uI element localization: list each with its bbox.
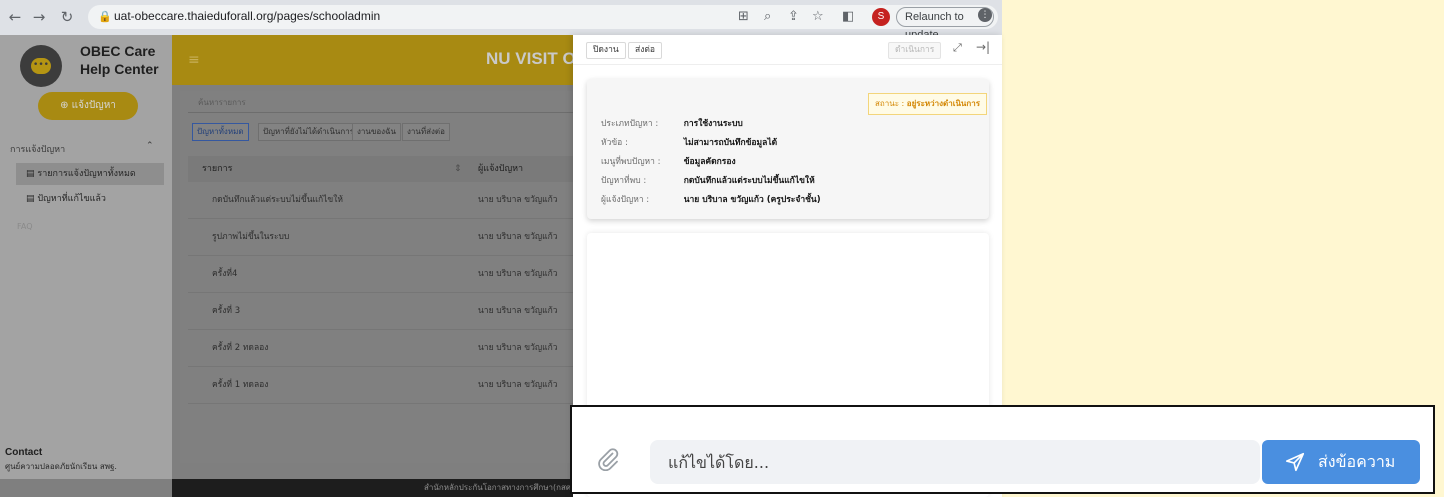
hamburger-menu-icon[interactable]: ≡ bbox=[188, 52, 200, 68]
brand-name: OBEC Care bbox=[80, 43, 156, 59]
table-row[interactable]: กดบันทึกแล้วแต่ระบบไม่ขึ้นแก้ไขให้ นาย บ… bbox=[188, 182, 580, 219]
detail-card: สถานะ : อยู่ระหว่างดำเนินการ ประเภทปัญหา… bbox=[587, 79, 989, 219]
table-row[interactable]: ครั้งที่ 1 ทดลอง นาย บริบาล ขวัญแก้ว bbox=[188, 367, 580, 404]
browser-toolbar: ← → ↻ 🔒 uat-obeccare.thaieduforall.org/p… bbox=[0, 0, 1002, 41]
sidebar-item-label: รายการแจ้งปัญหาทั้งหมด bbox=[37, 169, 136, 179]
footer-text: สำนักหลักประกันโอกาสทางการศึกษา(กสศ.) bbox=[424, 483, 577, 492]
report-problem-button[interactable]: ⊕ แจ้งปัญหา bbox=[38, 92, 138, 120]
message-input[interactable] bbox=[650, 440, 1260, 484]
detail-row: หัวข้อ : ไม่สามารถบันทึกข้อมูลได้ bbox=[601, 135, 777, 149]
table-row[interactable]: ครั้งที่ 3 นาย บริบาล ขวัญแก้ว bbox=[188, 293, 580, 330]
column-header-reporter[interactable]: ผู้แจ้งปัญหา bbox=[478, 156, 523, 182]
detail-label: ปัญหาที่พบ : bbox=[601, 176, 647, 186]
detail-value: นาย บริบาล ขวัญแก้ว (ครูประจำชั้น) bbox=[683, 195, 821, 205]
table-row[interactable]: ครั้งที่ 2 ทดลอง นาย บริบาล ขวัญแก้ว bbox=[188, 330, 580, 367]
expand-icon[interactable]: ⤢ bbox=[953, 41, 962, 55]
detail-value: กดบันทึกแล้วแต่ระบบไม่ขึ้นแก้ไขให้ bbox=[683, 176, 815, 186]
detail-row: ประเภทปัญหา : การใช้งานระบบ bbox=[601, 116, 743, 130]
tab-forwarded[interactable]: งานที่ส่งต่อ bbox=[402, 123, 450, 141]
browser-menu-icon[interactable]: ⋮ bbox=[978, 8, 992, 22]
chat-bubble-icon: ••• bbox=[31, 58, 51, 74]
menu-group-heading[interactable]: การแจ้งปัญหา bbox=[10, 142, 65, 156]
forward-button[interactable]: ส่งต่อ bbox=[628, 42, 662, 59]
row-title: ครั้งที่ 1 ทดลอง bbox=[212, 380, 269, 390]
chevron-up-icon[interactable]: ⌃ bbox=[146, 141, 154, 151]
table-row[interactable]: รูปภาพไม่ขึ้นในระบบ นาย บริบาล ขวัญแก้ว bbox=[188, 219, 580, 256]
row-title: กดบันทึกแล้วแต่ระบบไม่ขึ้นแก้ไขให้ bbox=[212, 195, 343, 205]
search-input[interactable]: ค้นหารายการ bbox=[188, 95, 580, 113]
zoom-icon[interactable]: ⌕ bbox=[764, 9, 771, 24]
lock-icon: 🔒 bbox=[98, 10, 112, 23]
status-badge: สถานะ : อยู่ระหว่างดำเนินการ bbox=[868, 93, 988, 115]
detail-label: หัวข้อ : bbox=[601, 138, 628, 148]
detail-row: ปัญหาที่พบ : กดบันทึกแล้วแต่ระบบไม่ขึ้นแ… bbox=[601, 173, 815, 187]
share-icon[interactable]: ⇪ bbox=[788, 9, 799, 24]
detail-label: เมนูที่พบปัญหา : bbox=[601, 157, 661, 167]
sidebar-item-faq[interactable]: FAQ bbox=[17, 222, 33, 231]
reload-icon[interactable]: ↻ bbox=[58, 8, 76, 26]
detail-label: ประเภทปัญหา : bbox=[601, 119, 659, 129]
status-label: สถานะ : bbox=[875, 99, 905, 108]
tab-my-work[interactable]: งานของฉัน bbox=[352, 123, 401, 141]
sidebar-item-label: ปัญหาที่แก้ไขแล้ว bbox=[37, 194, 106, 204]
row-title: รูปภาพไม่ขึ้นในระบบ bbox=[212, 232, 290, 242]
row-reporter: นาย บริบาล ขวัญแก้ว bbox=[478, 232, 558, 242]
headset-logo-icon: ••• bbox=[20, 45, 62, 87]
forward-icon[interactable]: → bbox=[30, 8, 48, 26]
profile-avatar[interactable]: S bbox=[872, 8, 890, 26]
detail-value: ไม่สามารถบันทึกข้อมูลได้ bbox=[683, 138, 778, 148]
row-reporter: นาย บริบาล ขวัญแก้ว bbox=[478, 306, 558, 316]
side-panel-icon[interactable]: ◧ bbox=[842, 9, 854, 24]
send-button-label: ส่งข้อความ bbox=[1318, 452, 1396, 471]
row-title: ครั้งที่ 3 bbox=[212, 306, 241, 316]
back-icon[interactable]: ← bbox=[6, 8, 24, 26]
table-header: รายการ ⇕ ผู้แจ้งปัญหา bbox=[188, 156, 580, 182]
page-title: NU VISIT O bbox=[486, 49, 576, 68]
detail-value: ข้อมูลคัดกรอง bbox=[683, 157, 736, 167]
proceed-button[interactable]: ดำเนินการ bbox=[888, 42, 942, 59]
paperclip-icon[interactable] bbox=[596, 447, 620, 471]
brand-subtitle: Help Center bbox=[80, 61, 159, 77]
row-reporter: นาย บริบาล ขวัญแก้ว bbox=[478, 343, 558, 353]
translate-icon[interactable]: ⊞ bbox=[738, 9, 749, 24]
send-message-button[interactable]: ส่งข้อความ bbox=[1262, 440, 1420, 484]
close-case-button[interactable]: ปิดงาน bbox=[586, 42, 626, 59]
detail-row: เมนูที่พบปัญหา : ข้อมูลคัดกรอง bbox=[601, 154, 736, 168]
send-icon bbox=[1285, 452, 1305, 472]
row-reporter: นาย บริบาล ขวัญแก้ว bbox=[478, 195, 558, 205]
tab-pending[interactable]: ปัญหาที่ยังไม่ได้ดำเนินการ bbox=[258, 123, 360, 141]
tab-all-problems[interactable]: ปัญหาทั้งหมด bbox=[192, 123, 249, 141]
column-header-title[interactable]: รายการ bbox=[202, 156, 233, 182]
detail-value: การใช้งานระบบ bbox=[683, 119, 743, 129]
sort-icon[interactable]: ⇕ bbox=[454, 156, 462, 182]
status-value: อยู่ระหว่างดำเนินการ bbox=[906, 99, 981, 108]
sidebar-item-all-reports[interactable]: ▤ รายการแจ้งปัญหาทั้งหมด bbox=[16, 163, 164, 185]
drawer-header: ปิดงาน ส่งต่อ ดำเนินการ ⤢ →| bbox=[573, 35, 1002, 65]
table-row[interactable]: ครั้งที่4 นาย บริบาล ขวัญแก้ว bbox=[188, 256, 580, 293]
message-composer: ส่งข้อความ bbox=[570, 405, 1435, 494]
plus-circle-icon: ⊕ bbox=[60, 100, 72, 111]
sidebar: ••• OBEC Care Help Center ⊕ แจ้งปัญหา กา… bbox=[0, 35, 172, 479]
detail-label: ผู้แจ้งปัญหา : bbox=[601, 195, 650, 205]
collapse-drawer-icon[interactable]: →| bbox=[976, 40, 990, 54]
url-text[interactable]: uat-obeccare.thaieduforall.org/pages/sch… bbox=[114, 9, 380, 23]
contact-subtitle: ศูนย์ความปลอดภัยนักเรียน สพฐ. bbox=[5, 462, 117, 471]
row-reporter: นาย บริบาล ขวัญแก้ว bbox=[478, 269, 558, 279]
row-reporter: นาย บริบาล ขวัญแก้ว bbox=[478, 380, 558, 390]
row-title: ครั้งที่4 bbox=[212, 269, 238, 279]
address-bar[interactable]: 🔒 uat-obeccare.thaieduforall.org/pages/s… bbox=[88, 5, 998, 41]
document-icon: ▤ bbox=[26, 194, 38, 204]
report-button-label: แจ้งปัญหา bbox=[71, 100, 116, 111]
detail-row: ผู้แจ้งปัญหา : นาย บริบาล ขวัญแก้ว (ครูป… bbox=[601, 192, 821, 206]
contact-title: Contact bbox=[5, 447, 43, 458]
report-list-panel: ค้นหารายการ ปัญหาทั้งหมด ปัญหาที่ยังไม่ไ… bbox=[180, 91, 580, 463]
sidebar-item-resolved[interactable]: ▤ ปัญหาที่แก้ไขแล้ว bbox=[16, 188, 164, 210]
document-icon: ▤ bbox=[26, 169, 38, 179]
bookmark-star-icon[interactable]: ☆ bbox=[812, 9, 824, 24]
row-title: ครั้งที่ 2 ทดลอง bbox=[212, 343, 269, 353]
